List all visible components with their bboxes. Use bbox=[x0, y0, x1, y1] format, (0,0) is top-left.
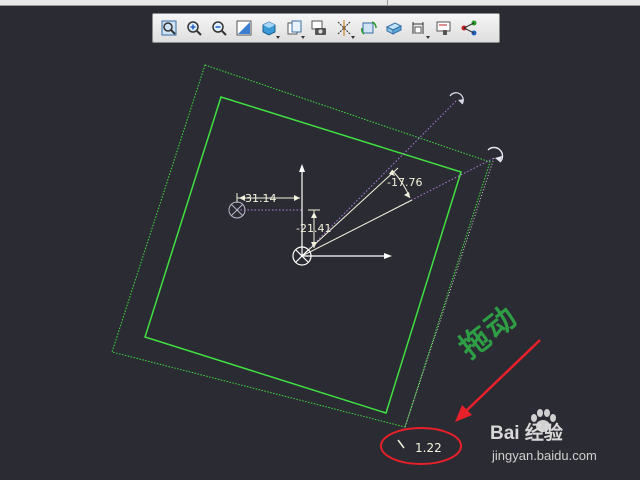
repaint-button[interactable] bbox=[232, 17, 255, 40]
display-style-button[interactable] bbox=[257, 17, 280, 40]
datum-display-icon bbox=[337, 20, 350, 36]
watermark-brand: Bai 经验 bbox=[490, 423, 563, 444]
chevron-down-icon[interactable] bbox=[351, 35, 355, 39]
chevron-down-icon[interactable] bbox=[301, 35, 305, 39]
screenshot-camera-button[interactable] bbox=[307, 17, 330, 40]
view-orientation-button[interactable] bbox=[382, 17, 405, 40]
screenshot-camera-icon bbox=[311, 20, 326, 35]
scale-drag-handle[interactable] bbox=[397, 439, 405, 449]
spin-center-icon bbox=[360, 21, 377, 35]
dimension-arrowhead bbox=[404, 192, 410, 198]
relations-button[interactable] bbox=[457, 17, 480, 40]
repaint-icon bbox=[236, 20, 251, 36]
angle-dimension-value[interactable]: -17.76 bbox=[387, 176, 422, 189]
named-views-button[interactable] bbox=[282, 17, 305, 40]
watermark-site: jingyan.baidu.com bbox=[492, 448, 597, 463]
axis-arrowhead bbox=[299, 164, 305, 172]
outer-offset-boundary[interactable] bbox=[111, 64, 491, 428]
view-toolbar bbox=[152, 13, 500, 43]
display-style-icon bbox=[262, 21, 275, 36]
dimension-display-icon bbox=[412, 22, 423, 34]
sketch-view-icon bbox=[436, 21, 450, 35]
dimension-arrowhead bbox=[311, 212, 317, 218]
reference-point-icon[interactable] bbox=[228, 201, 246, 219]
axis-arrowhead bbox=[384, 253, 392, 259]
spin-center-button[interactable] bbox=[357, 17, 380, 40]
horizontal-dimension-value[interactable]: 31.14 bbox=[245, 192, 277, 205]
dimension-display-button[interactable] bbox=[407, 17, 430, 40]
chevron-down-icon[interactable] bbox=[426, 35, 430, 39]
dimension-arrowhead bbox=[294, 195, 300, 201]
construction-line bbox=[404, 157, 495, 428]
sketch-view-button[interactable] bbox=[432, 17, 455, 40]
zoom-fit-button[interactable] bbox=[157, 17, 180, 40]
window-top-edge bbox=[0, 0, 640, 6]
zoom-in-icon bbox=[186, 21, 202, 36]
chevron-down-icon[interactable] bbox=[276, 35, 280, 39]
zoom-in-button[interactable] bbox=[182, 17, 205, 40]
drag-scale-value[interactable]: 1.22 bbox=[415, 441, 442, 455]
vertical-dimension-value[interactable]: -21.41 bbox=[296, 222, 331, 235]
relations-icon bbox=[461, 20, 476, 36]
zoom-out-button[interactable] bbox=[207, 17, 230, 40]
zoom-out-icon bbox=[211, 21, 227, 36]
zoom-fit-icon bbox=[161, 20, 176, 36]
rotate-handle-icon[interactable] bbox=[449, 92, 464, 105]
top-divider bbox=[387, 0, 388, 5]
datum-display-button[interactable] bbox=[332, 17, 355, 40]
view-orientation-icon bbox=[385, 22, 402, 35]
named-views-icon bbox=[287, 20, 301, 35]
